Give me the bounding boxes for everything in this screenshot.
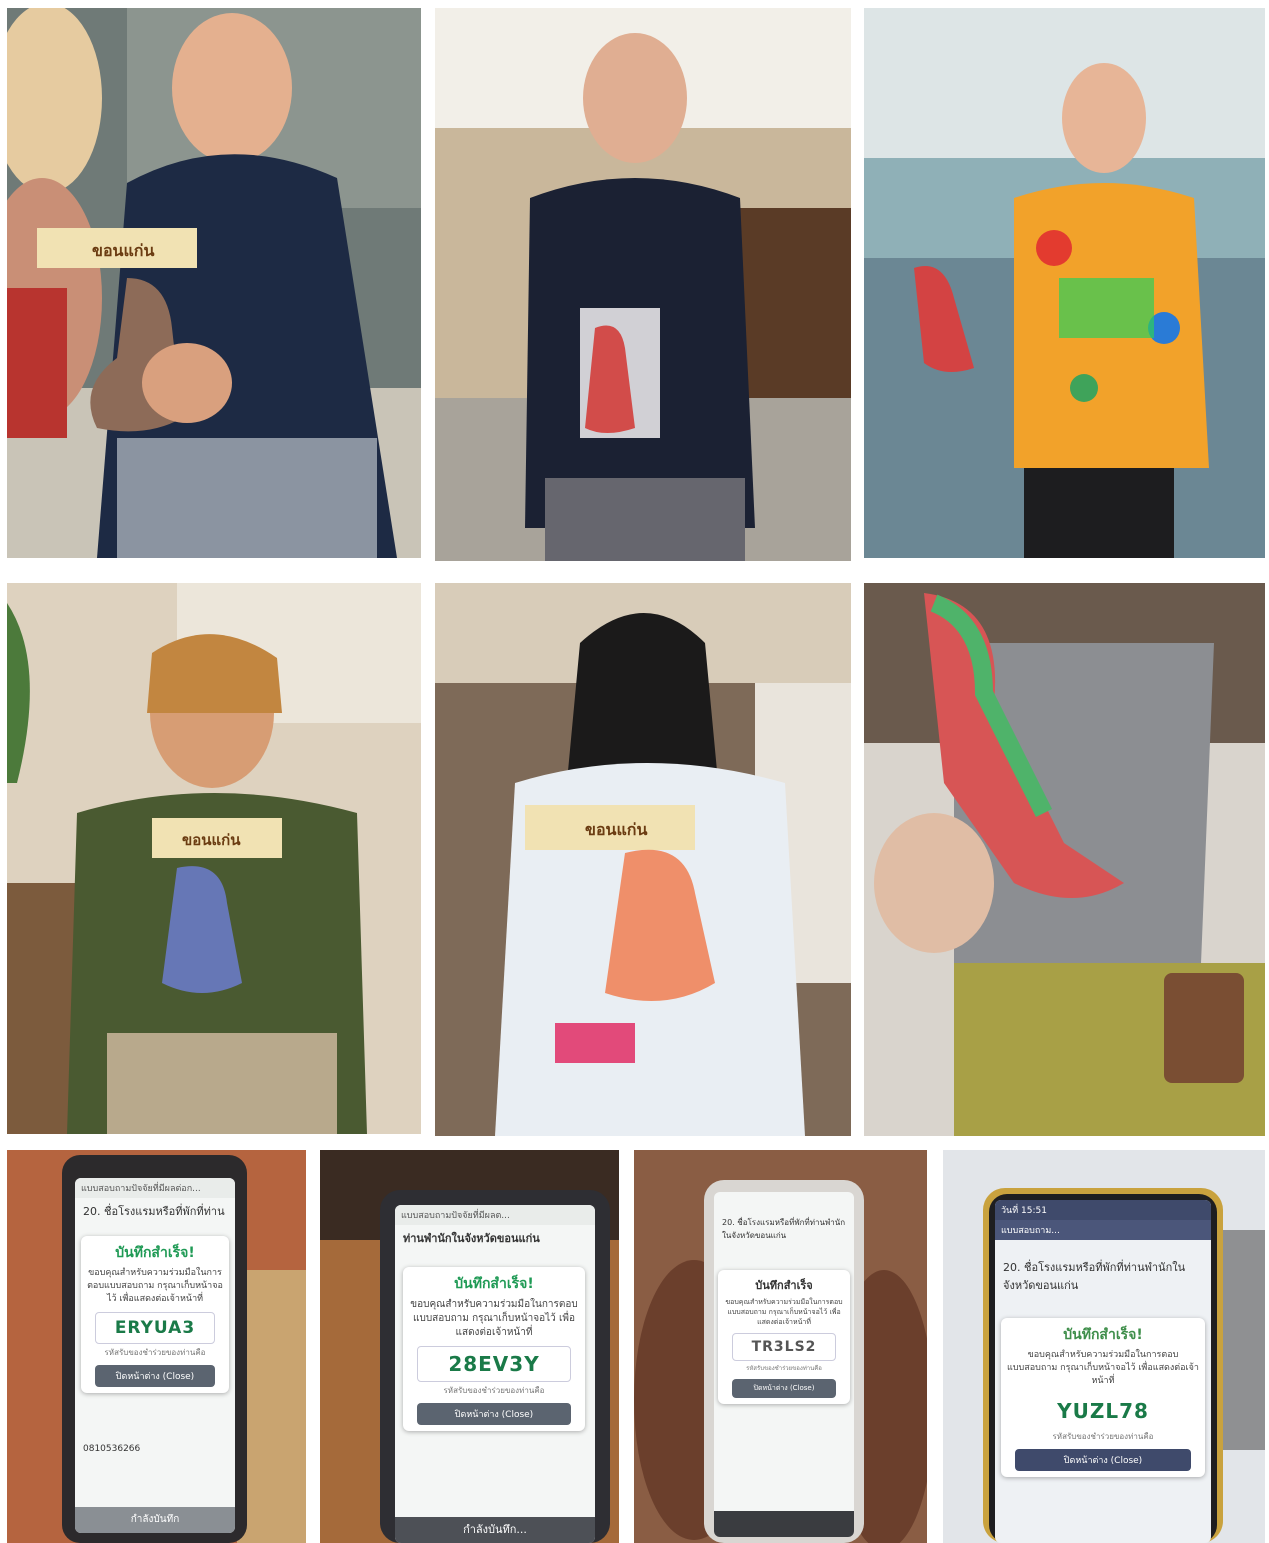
photo-man-in-lobby [435, 8, 851, 561]
reward-code: ERYUA3 [95, 1312, 215, 1344]
dialog-title: บันทึกสำเร็จ! [454, 1276, 534, 1292]
package-label: ขอนแก่น [92, 241, 154, 260]
success-dialog: บันทึกสำเร็จ! ขอบคุณสำหรับความร่วมมือในก… [81, 1236, 229, 1393]
saving-button[interactable]: กำลังบันทึก... [395, 1517, 595, 1543]
photo-scene [435, 8, 851, 561]
package-label: ขอนแก่น [585, 820, 647, 839]
dialog-title: บันทึกสำเร็จ! [1063, 1327, 1143, 1343]
photo-green-giraffe-held [864, 583, 1265, 1136]
browser-title: แบบสอบถามปัจจัยที่มีผลต... [395, 1205, 595, 1225]
survey-question: ท่านพำนักในจังหวัดขอนแก่น [403, 1232, 540, 1245]
reward-code-caption: รหัสรับของชำร่วยของท่านคือ [443, 1386, 545, 1395]
browser-title: แบบสอบถามปัจจัยที่มีผลต่อก... [75, 1178, 235, 1198]
dialog-message: ขอบคุณสำหรับความร่วมมือในการตอบแบบสอบถาม… [1007, 1350, 1199, 1386]
photo-young-man-blue-giraffe: ขอนแก่น [7, 583, 421, 1134]
phone-number: 0810536266 [83, 1444, 141, 1454]
screen-footer [714, 1511, 854, 1537]
success-dialog: บันทึกสำเร็จ! ขอบคุณสำหรับความร่วมมือในก… [403, 1267, 585, 1431]
reward-code-caption: รหัสรับของชำร่วยของท่านคือ [746, 1365, 822, 1372]
phone-screen: วันที่ 15:51 แบบสอบถาม... 20. ชื่อโรงแรม… [995, 1200, 1211, 1543]
dialog-message: ขอบคุณสำหรับความร่วมมือในการตอบแบบสอบถาม… [725, 1298, 843, 1326]
close-button[interactable]: ปิดหน้าต่าง (Close) [732, 1379, 836, 1398]
photo-scene [864, 8, 1265, 558]
dialog-message: ขอบคุณสำหรับความร่วมมือในการตอบแบบสอบถาม… [410, 1299, 578, 1338]
reward-code: YUZL78 [1057, 1399, 1149, 1423]
photo-phone-code-3: 20. ชื่อโรงแรมหรือที่พักที่ท่านพำนักในจั… [634, 1150, 927, 1543]
reward-code: 28EV3Y [417, 1346, 571, 1382]
browser-title: แบบสอบถาม... [995, 1220, 1211, 1240]
success-dialog: บันทึกสำเร็จ! ขอบคุณสำหรับความร่วมมือในก… [1001, 1318, 1205, 1477]
photo-couple-with-giraffe-toy: ขอนแก่น [7, 8, 421, 558]
status-bar: วันที่ 15:51 [995, 1200, 1211, 1220]
photo-scene: ขอนแก่น [7, 583, 421, 1134]
svg-text:ขอนแก่น: ขอนแก่น [92, 241, 154, 260]
reward-code-caption: รหัสรับของชำร่วยของท่านคือ [1052, 1432, 1154, 1441]
phone-screen: แบบสอบถามปัจจัยที่มีผลต... ท่านพำนักในจั… [395, 1205, 595, 1543]
phone-screen: แบบสอบถามปัจจัยที่มีผลต่อก... 20. ชื่อโร… [75, 1178, 235, 1533]
package-label: ขอนแก่น [182, 831, 241, 849]
svg-text:ขอนแก่น: ขอนแก่น [585, 820, 647, 839]
reward-code-caption: รหัสรับของชำร่วยของท่านคือ [104, 1348, 206, 1357]
svg-text:ขอนแก่น: ขอนแก่น [182, 831, 241, 849]
close-button[interactable]: ปิดหน้าต่าง (Close) [417, 1403, 571, 1425]
survey-question: 20. ชื่อโรงแรมหรือที่พักที่ท่านพำนักในจั… [1003, 1261, 1186, 1292]
saving-button[interactable]: กำลังบันทึก [75, 1507, 235, 1533]
photo-scene [864, 583, 1265, 1136]
photo-phone-code-1: แบบสอบถามปัจจัยที่มีผลต่อก... 20. ชื่อโร… [7, 1150, 306, 1543]
photo-man-hawaiian-shirt [864, 8, 1265, 558]
photo-phone-code-2: แบบสอบถามปัจจัยที่มีผลต... ท่านพำนักในจั… [320, 1150, 619, 1543]
photo-scene: ขอนแก่น [7, 8, 421, 558]
success-dialog: บันทึกสำเร็จ ขอบคุณสำหรับความร่วมมือในกา… [718, 1270, 850, 1404]
photo-phone-code-4: วันที่ 15:51 แบบสอบถาม... 20. ชื่อโรงแรม… [943, 1150, 1265, 1543]
photo-scene: ขอนแก่น [435, 583, 851, 1136]
photo-woman-orange-giraffe: ขอนแก่น [435, 583, 851, 1136]
close-button[interactable]: ปิดหน้าต่าง (Close) [1015, 1449, 1191, 1471]
dialog-title: บันทึกสำเร็จ [755, 1279, 813, 1292]
close-button[interactable]: ปิดหน้าต่าง (Close) [95, 1365, 215, 1387]
survey-question: 20. ชื่อโรงแรมหรือที่พักที่ท่านพำนักในจั… [722, 1218, 846, 1240]
survey-question: 20. ชื่อโรงแรมหรือที่พักที่ท่าน [83, 1205, 225, 1218]
dialog-message: ขอบคุณสำหรับความร่วมมือในการตอบแบบสอบถาม… [87, 1268, 223, 1304]
phone-screen: 20. ชื่อโรงแรมหรือที่พักที่ท่านพำนักในจั… [714, 1192, 854, 1537]
dialog-title: บันทึกสำเร็จ! [115, 1245, 195, 1261]
reward-code: TR3LS2 [732, 1333, 836, 1361]
